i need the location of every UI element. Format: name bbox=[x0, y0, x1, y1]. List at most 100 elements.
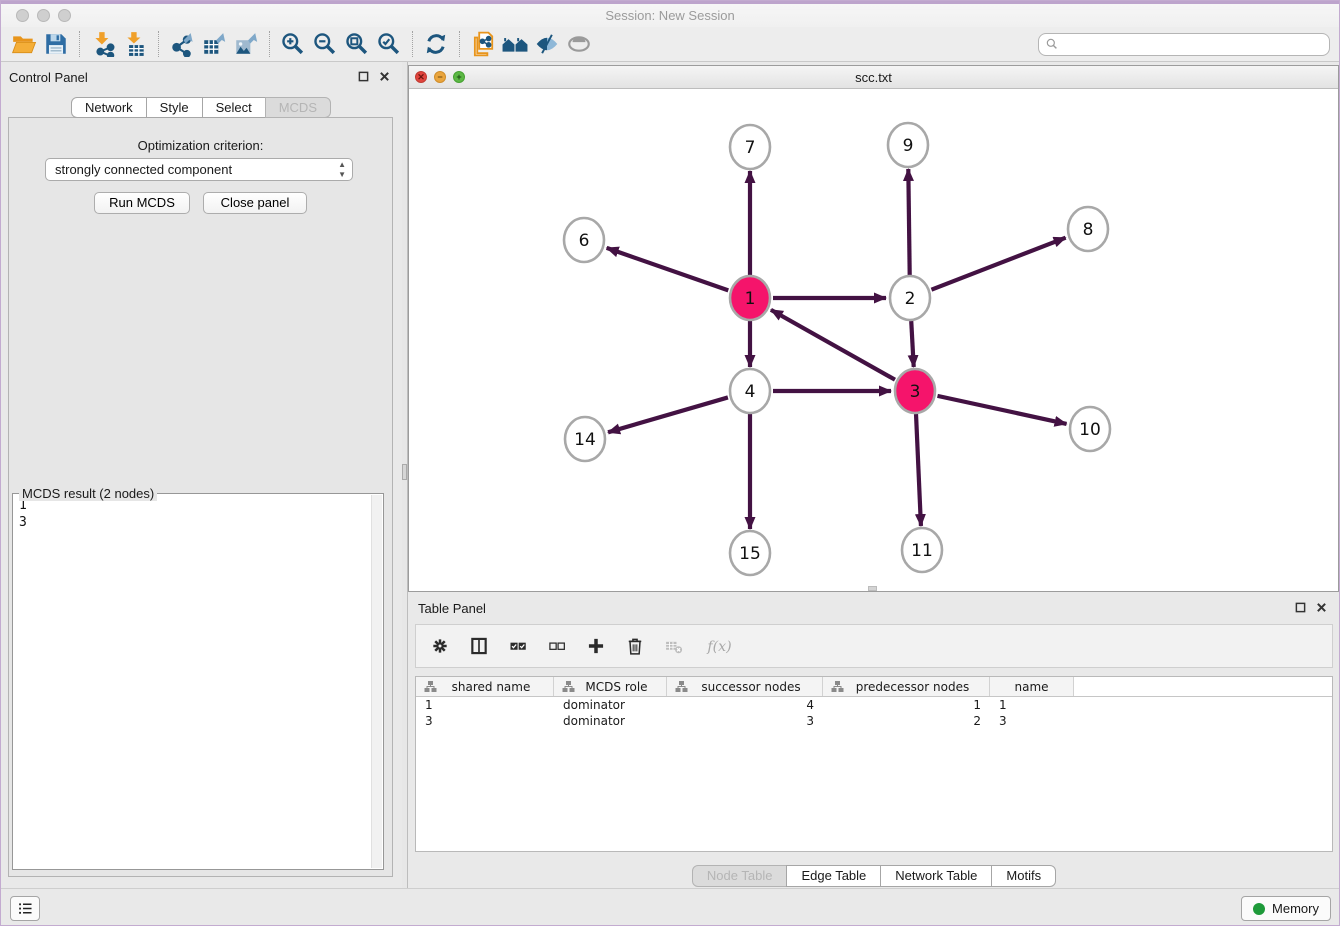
column-header-name[interactable]: name bbox=[990, 677, 1074, 696]
attribute-settings-icon[interactable] bbox=[429, 635, 451, 657]
memory-button[interactable]: Memory bbox=[1241, 896, 1331, 921]
tab-node-table[interactable]: Node Table bbox=[692, 865, 788, 887]
minimize-window-button[interactable] bbox=[37, 9, 50, 22]
graph-edge-1-6[interactable] bbox=[607, 248, 729, 290]
graph-edge-3-11[interactable] bbox=[916, 414, 921, 526]
list-icon bbox=[17, 900, 34, 917]
table-row[interactable]: 1 dominator 4 1 1 bbox=[416, 697, 1332, 713]
close-network-icon[interactable]: ✕ bbox=[415, 71, 427, 83]
graph-node-label: 10 bbox=[1079, 420, 1101, 440]
result-scrollbar[interactable] bbox=[371, 495, 382, 868]
table-panel-tabs: Node Table Edge Table Network Table Moti… bbox=[408, 865, 1340, 887]
apply-layout-icon[interactable] bbox=[420, 29, 452, 59]
tab-select[interactable]: Select bbox=[202, 97, 266, 118]
delete-table-icon[interactable] bbox=[663, 635, 685, 657]
close-panel-icon[interactable] bbox=[1316, 602, 1327, 613]
graph-node-label: 3 bbox=[910, 382, 921, 402]
save-session-icon[interactable] bbox=[40, 29, 72, 59]
export-network-icon[interactable] bbox=[166, 29, 198, 59]
graph-edge-2-8[interactable] bbox=[931, 238, 1065, 290]
hierarchy-icon bbox=[562, 680, 575, 693]
select-all-columns-icon[interactable] bbox=[507, 635, 529, 657]
deselect-all-columns-icon[interactable] bbox=[546, 635, 568, 657]
cell-mcds-role: dominator bbox=[554, 698, 667, 712]
search-input[interactable] bbox=[1059, 37, 1323, 52]
toolbar-separator bbox=[412, 31, 413, 57]
graph-node-2[interactable]: 2 bbox=[890, 276, 930, 320]
graph-node-label: 9 bbox=[903, 136, 914, 156]
cell-mcds-role: dominator bbox=[554, 714, 667, 728]
zoom-selected-icon[interactable] bbox=[373, 29, 405, 59]
column-header-mcds-role[interactable]: MCDS role bbox=[554, 677, 667, 696]
zoom-in-icon[interactable] bbox=[277, 29, 309, 59]
toolbar-separator bbox=[459, 31, 460, 57]
birds-eye-view-icon[interactable] bbox=[563, 29, 595, 59]
tab-motifs[interactable]: Motifs bbox=[991, 865, 1056, 887]
graph-edge-3-10[interactable] bbox=[937, 396, 1066, 424]
graph-node-3[interactable]: 3 bbox=[895, 369, 935, 413]
float-panel-icon[interactable] bbox=[358, 71, 369, 82]
search-box[interactable] bbox=[1038, 33, 1330, 56]
hide-graphics-details-icon[interactable] bbox=[531, 29, 563, 59]
duplicate-network-icon[interactable] bbox=[467, 29, 499, 59]
delete-column-icon[interactable] bbox=[624, 635, 646, 657]
tab-mcds[interactable]: MCDS bbox=[265, 97, 331, 118]
table-row[interactable]: 3 dominator 3 2 3 bbox=[416, 713, 1332, 729]
splitter-grip[interactable] bbox=[402, 464, 407, 480]
task-history-button[interactable] bbox=[10, 896, 40, 921]
close-panel-button[interactable]: Close panel bbox=[203, 192, 307, 214]
optimization-criterion-label: Optimization criterion: bbox=[9, 138, 392, 153]
cell-name: 1 bbox=[990, 698, 1074, 712]
column-layout-icon[interactable] bbox=[468, 635, 490, 657]
import-network-icon[interactable] bbox=[87, 29, 119, 59]
graph-node-15[interactable]: 15 bbox=[730, 531, 770, 575]
export-image-icon[interactable] bbox=[230, 29, 262, 59]
column-header-shared-name[interactable]: shared name bbox=[416, 677, 554, 696]
tab-style[interactable]: Style bbox=[146, 97, 203, 118]
network-canvas[interactable]: 1 2 3 4 6 7 8 9 10 11 14 15 bbox=[409, 90, 1338, 591]
minimize-network-icon[interactable]: − bbox=[434, 71, 446, 83]
tab-edge-table[interactable]: Edge Table bbox=[786, 865, 881, 887]
graph-node-6[interactable]: 6 bbox=[564, 218, 604, 262]
horizontal-splitter-grip[interactable] bbox=[868, 586, 877, 591]
open-session-icon[interactable] bbox=[8, 29, 40, 59]
column-header-predecessor-nodes[interactable]: predecessor nodes bbox=[823, 677, 990, 696]
close-panel-icon[interactable] bbox=[379, 71, 390, 82]
tab-network[interactable]: Network bbox=[71, 97, 147, 118]
zoom-fit-icon[interactable] bbox=[341, 29, 373, 59]
graph-edge-2-3[interactable] bbox=[911, 321, 913, 367]
first-neighbors-icon[interactable] bbox=[499, 29, 531, 59]
control-panel-title: Control Panel bbox=[9, 70, 88, 85]
tab-network-table[interactable]: Network Table bbox=[880, 865, 992, 887]
import-table-icon[interactable] bbox=[119, 29, 151, 59]
svg-text:f(x): f(x) bbox=[706, 639, 731, 655]
graph-node-9[interactable]: 9 bbox=[888, 123, 928, 167]
graph-node-8[interactable]: 8 bbox=[1068, 207, 1108, 251]
graph-node-1[interactable]: 1 bbox=[730, 276, 770, 320]
search-icon bbox=[1045, 37, 1059, 51]
graph-edge-4-14[interactable] bbox=[608, 397, 728, 432]
graph-edge-2-9[interactable] bbox=[908, 169, 909, 275]
graph-node-14[interactable]: 14 bbox=[565, 417, 605, 461]
run-mcds-button[interactable]: Run MCDS bbox=[94, 192, 190, 214]
cell-predecessor-nodes: 1 bbox=[823, 698, 990, 712]
criterion-select[interactable]: strongly connected component ▲▼ bbox=[45, 158, 353, 181]
function-builder-icon[interactable]: f(x) bbox=[702, 635, 736, 657]
zoom-out-icon[interactable] bbox=[309, 29, 341, 59]
graph-node-10[interactable]: 10 bbox=[1070, 407, 1110, 451]
column-label: successor nodes bbox=[692, 680, 818, 694]
cell-shared-name: 3 bbox=[416, 714, 554, 728]
export-table-icon[interactable] bbox=[198, 29, 230, 59]
float-panel-icon[interactable] bbox=[1295, 602, 1306, 613]
maximize-network-icon[interactable]: + bbox=[453, 71, 465, 83]
select-stepper-icon: ▲▼ bbox=[338, 160, 346, 180]
maximize-window-button[interactable] bbox=[58, 9, 71, 22]
graph-node-4[interactable]: 4 bbox=[730, 369, 770, 413]
graph-node-11[interactable]: 11 bbox=[902, 528, 942, 572]
create-column-icon[interactable] bbox=[585, 635, 607, 657]
toolbar-separator bbox=[269, 31, 270, 57]
close-window-button[interactable] bbox=[16, 9, 29, 22]
column-header-successor-nodes[interactable]: successor nodes bbox=[667, 677, 823, 696]
graph-edge-3-1[interactable] bbox=[771, 310, 895, 380]
graph-node-7[interactable]: 7 bbox=[730, 125, 770, 169]
